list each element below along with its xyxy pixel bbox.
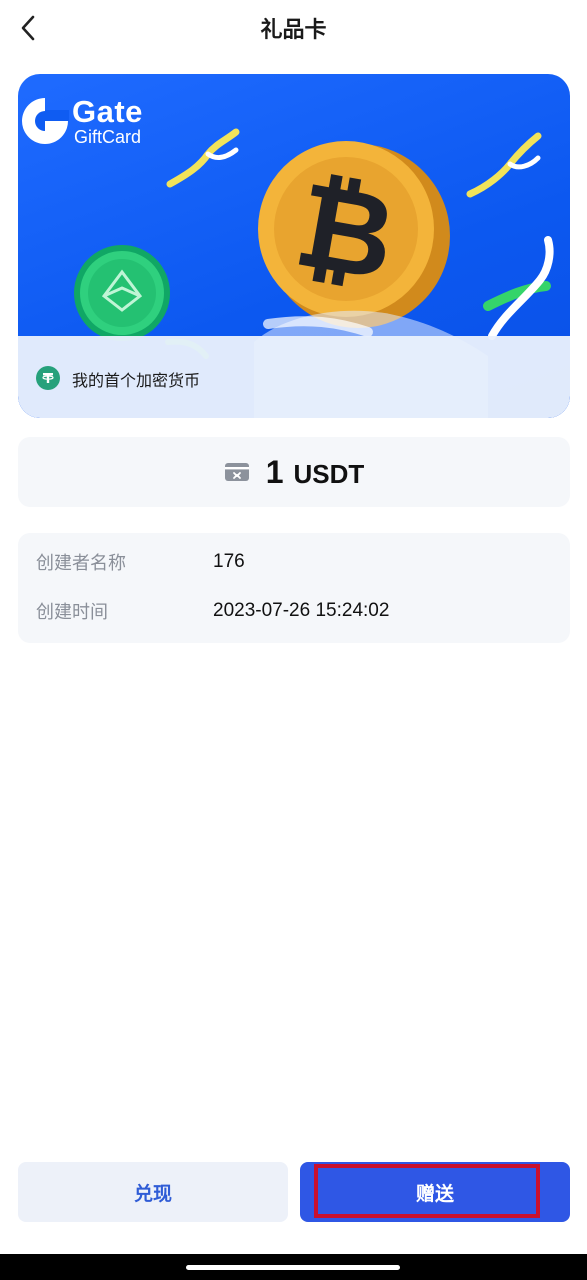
- gift-card-icon: [224, 463, 249, 481]
- brand-name: Gate: [72, 94, 143, 129]
- info-row-created-time: 创建时间 2023-07-26 15:24:02: [36, 598, 389, 624]
- card-message-bar: 我的首个加密货币: [18, 336, 570, 418]
- redeem-button[interactable]: 兑现: [18, 1162, 288, 1222]
- gift-card-artwork: ₿ Gate GiftCard 我的首个加密货币: [18, 74, 570, 418]
- creator-value: 176: [213, 551, 245, 572]
- amount-unit: USDT: [293, 458, 365, 489]
- card-message: 我的首个加密货币: [72, 371, 201, 390]
- home-bar: [0, 1254, 587, 1280]
- header: 礼品卡: [0, 0, 587, 56]
- send-gift-button[interactable]: 赠送: [300, 1162, 570, 1222]
- created-time-value: 2023-07-26 15:24:02: [213, 600, 390, 621]
- brand-subtitle: GiftCard: [74, 127, 142, 147]
- info-panel: 创建者名称 176 创建时间 2023-07-26 15:24:02: [18, 533, 570, 643]
- page-title: 礼品卡: [260, 18, 327, 43]
- created-time-label: 创建时间: [36, 602, 108, 623]
- creator-label: 创建者名称: [36, 553, 126, 574]
- amount-panel: 1 USDT: [18, 437, 570, 507]
- tether-icon: [36, 366, 60, 390]
- amount-value: 1: [265, 453, 284, 490]
- info-row-creator: 创建者名称 176: [36, 549, 245, 575]
- home-indicator[interactable]: [186, 1265, 400, 1270]
- gate-giftcard-logo: Gate GiftCard: [20, 94, 170, 150]
- gate-logo-icon: [22, 98, 69, 144]
